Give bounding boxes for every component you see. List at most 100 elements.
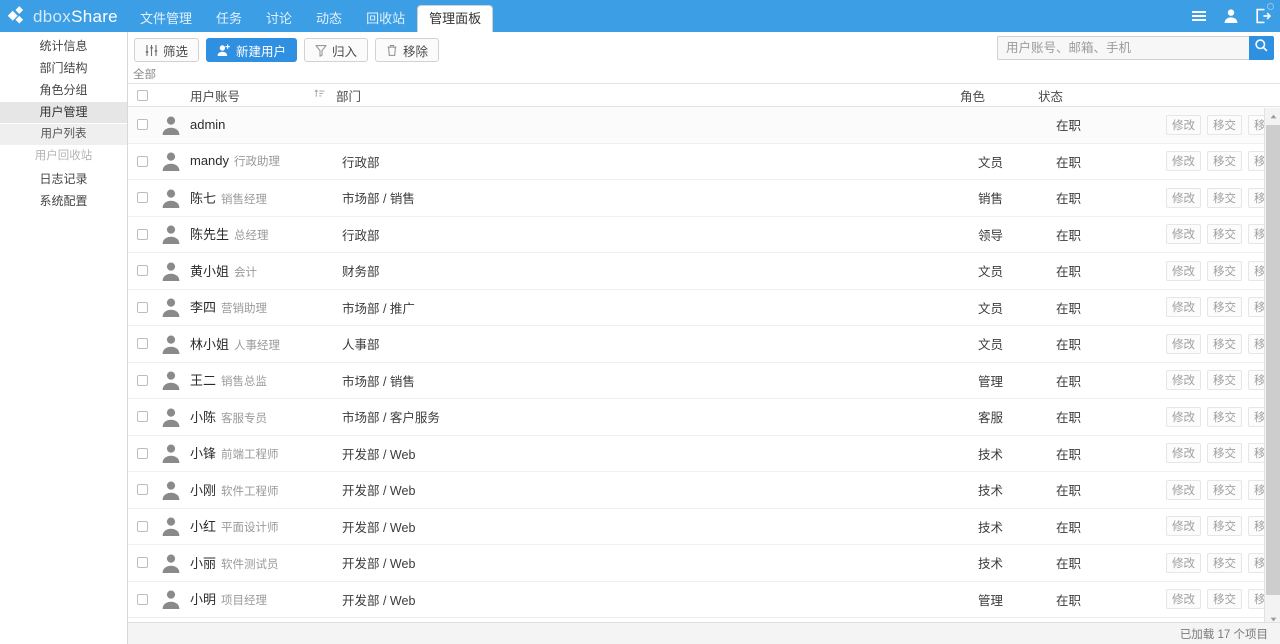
table-row[interactable]: 小刚软件工程师开发部 / Web技术在职修改移交移除	[128, 472, 1280, 509]
user-name-cell: 黄小姐 会计	[188, 261, 338, 281]
table-row[interactable]: 黄小姐会计财务部文员在职修改移交移除	[128, 253, 1280, 290]
scroll-up-arrow-icon[interactable]	[1265, 108, 1280, 124]
column-header-department[interactable]: 部门	[332, 86, 960, 105]
row-edit-button[interactable]: 修改	[1166, 114, 1201, 135]
row-transfer-button[interactable]: 移交	[1207, 260, 1242, 281]
column-header-account[interactable]: 用户账号	[156, 86, 306, 105]
table-row[interactable]: 小丽软件测试员开发部 / Web技术在职修改移交移除	[128, 545, 1280, 582]
sidebar-item-logs[interactable]: 日志记录	[0, 169, 127, 190]
row-checkbox[interactable]	[136, 557, 148, 569]
sidebar-item-statistics[interactable]: 统计信息	[0, 36, 127, 57]
row-edit-button[interactable]: 修改	[1166, 297, 1201, 318]
row-edit-button[interactable]: 修改	[1166, 333, 1201, 354]
avatar-cell	[156, 333, 188, 355]
row-edit-button[interactable]: 修改	[1166, 187, 1201, 208]
row-edit-button[interactable]: 修改	[1166, 479, 1201, 500]
row-transfer-button[interactable]: 移交	[1207, 552, 1242, 573]
nav-item-files[interactable]: 文件管理	[128, 6, 204, 32]
new-user-button[interactable]: 新建用户	[206, 38, 298, 62]
table-row[interactable]: 李四营销助理市场部 / 推广文员在职修改移交移除	[128, 289, 1280, 326]
sidebar-item-department-structure[interactable]: 部门结构	[0, 58, 127, 79]
row-transfer-button[interactable]: 移交	[1207, 187, 1242, 208]
row-checkbox[interactable]	[136, 301, 148, 313]
nav-item-admin-panel[interactable]: 管理面板	[417, 5, 494, 32]
table-row[interactable]: 林小姐人事经理人事部文员在职修改移交移除	[128, 326, 1280, 363]
table-row[interactable]: admin 在职 修改移交移除	[128, 107, 1280, 144]
table-row[interactable]: 陈七销售经理市场部 / 销售销售在职修改移交移除	[128, 180, 1280, 217]
row-checkbox[interactable]	[136, 447, 148, 459]
user-role: 文员	[978, 265, 1004, 280]
row-transfer-button[interactable]: 移交	[1207, 370, 1242, 391]
app-logo[interactable]: dboxShare	[0, 0, 128, 32]
user-job-title: 行政助理	[234, 156, 281, 169]
sidebar-item-user-recycle-bin[interactable]: 用户回收站	[0, 146, 127, 167]
column-header-status[interactable]: 状态	[1038, 86, 1148, 105]
nav-item-tasks[interactable]: 任务	[204, 6, 254, 32]
row-checkbox[interactable]	[136, 119, 148, 131]
user-account-name: 陈先生	[190, 227, 230, 243]
column-header-role[interactable]: 角色	[960, 86, 1038, 105]
archive-button-label: 归入	[332, 44, 358, 59]
user-icon[interactable]	[1222, 7, 1240, 25]
table-row[interactable]: 王二销售总监市场部 / 销售管理在职修改移交移除	[128, 362, 1280, 399]
user-role: 管理	[978, 593, 1004, 608]
row-checkbox[interactable]	[136, 228, 148, 240]
filter-button[interactable]: 筛选	[134, 38, 200, 62]
row-edit-button[interactable]: 修改	[1166, 552, 1201, 573]
table-row[interactable]: mandy 行政助理 行政部 文员 在职 修改移交移除	[128, 143, 1280, 180]
select-all-checkbox[interactable]	[136, 89, 148, 101]
sidebar-item-system-config[interactable]: 系统配置	[0, 191, 127, 212]
scrollbar-thumb[interactable]	[1266, 125, 1280, 595]
table-row[interactable]: 小明项目经理开发部 / Web管理在职修改移交移除	[128, 581, 1280, 618]
row-edit-button[interactable]: 修改	[1166, 370, 1201, 391]
row-edit-button[interactable]: 修改	[1166, 260, 1201, 281]
user-status: 在职	[1056, 228, 1082, 243]
row-edit-button[interactable]: 修改	[1166, 443, 1201, 464]
row-edit-button[interactable]: 修改	[1166, 406, 1201, 427]
row-transfer-button[interactable]: 移交	[1207, 114, 1242, 135]
row-checkbox[interactable]	[136, 484, 148, 496]
tab-all[interactable]: 全部	[133, 66, 156, 82]
row-checkbox[interactable]	[136, 265, 148, 277]
nav-item-discussions[interactable]: 讨论	[254, 6, 304, 32]
row-transfer-button[interactable]: 移交	[1207, 443, 1242, 464]
filter-icon	[145, 44, 158, 57]
nav-item-recycle-bin[interactable]: 回收站	[354, 6, 417, 32]
row-checkbox[interactable]	[136, 593, 148, 605]
row-checkbox[interactable]	[136, 374, 148, 386]
table-row[interactable]: 小陈客服专员市场部 / 客户服务客服在职修改移交移除	[128, 399, 1280, 436]
row-checkbox[interactable]	[136, 520, 148, 532]
sidebar-item-user-list[interactable]: 用户列表	[0, 124, 127, 145]
row-transfer-button[interactable]: 移交	[1207, 151, 1242, 172]
row-edit-button[interactable]: 修改	[1166, 151, 1201, 172]
new-user-button-label: 新建用户	[236, 44, 287, 59]
row-transfer-button[interactable]: 移交	[1207, 333, 1242, 354]
archive-button[interactable]: 归入	[304, 38, 369, 62]
row-checkbox[interactable]	[136, 411, 148, 423]
hamburger-menu-icon[interactable]	[1190, 7, 1208, 25]
row-transfer-button[interactable]: 移交	[1207, 224, 1242, 245]
row-edit-button[interactable]: 修改	[1166, 589, 1201, 610]
avatar-cell	[156, 588, 188, 610]
table-row[interactable]: 陈先生总经理行政部领导在职修改移交移除	[128, 216, 1280, 253]
row-transfer-button[interactable]: 移交	[1207, 297, 1242, 318]
sidebar-item-user-management[interactable]: 用户管理	[0, 102, 127, 123]
vertical-scrollbar[interactable]	[1264, 108, 1280, 627]
row-checkbox[interactable]	[136, 338, 148, 350]
search-button[interactable]	[1249, 36, 1274, 60]
search-input[interactable]	[997, 36, 1249, 60]
sort-icon-cell[interactable]	[306, 88, 332, 102]
row-checkbox[interactable]	[136, 155, 148, 167]
row-transfer-button[interactable]: 移交	[1207, 479, 1242, 500]
nav-item-activity[interactable]: 动态	[304, 6, 354, 32]
row-transfer-button[interactable]: 移交	[1207, 589, 1242, 610]
row-transfer-button[interactable]: 移交	[1207, 516, 1242, 537]
sidebar-item-role-groups[interactable]: 角色分组	[0, 80, 127, 101]
table-row[interactable]: 小锋前端工程师开发部 / Web技术在职修改移交移除	[128, 435, 1280, 472]
row-checkbox[interactable]	[136, 192, 148, 204]
remove-button[interactable]: 移除	[375, 38, 440, 62]
table-row[interactable]: 小红平面设计师开发部 / Web技术在职修改移交移除	[128, 508, 1280, 545]
row-edit-button[interactable]: 修改	[1166, 516, 1201, 537]
row-edit-button[interactable]: 修改	[1166, 224, 1201, 245]
row-transfer-button[interactable]: 移交	[1207, 406, 1242, 427]
